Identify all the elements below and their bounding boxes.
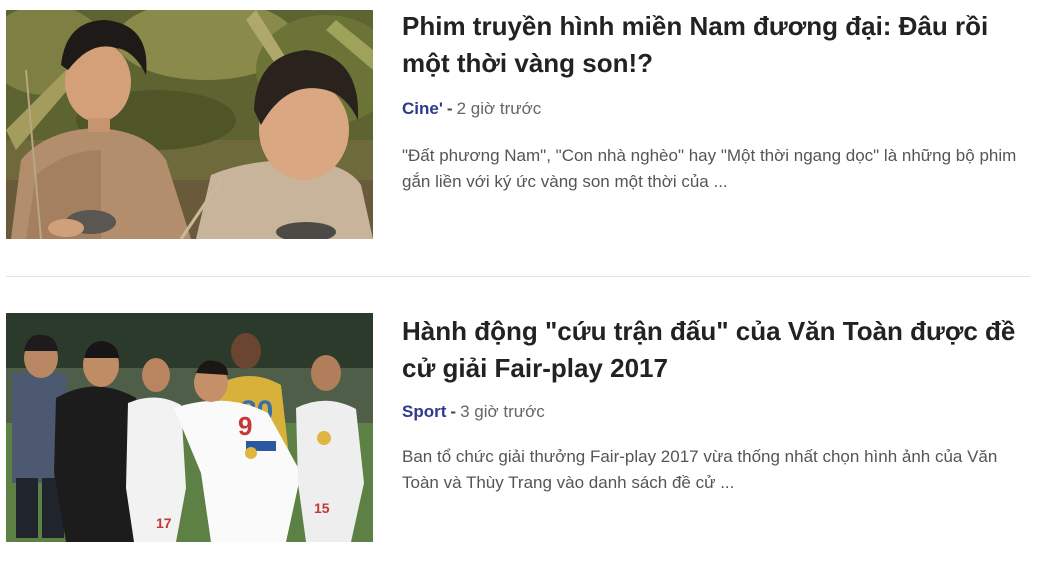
article-title[interactable]: Phim truyền hình miền Nam đương đại: Đâu… [402,8,1034,82]
thumbnail-image: 20 17 9 15 [6,313,373,542]
player-number: 9 [238,411,252,441]
article-time: 3 giờ trước [460,402,545,421]
article-summary: Ban tổ chức giải thưởng Fair-play 2017 v… [402,447,998,492]
article-category[interactable]: Cine' [402,99,443,118]
article-content: Phim truyền hình miền Nam đương đại: Đâu… [402,10,1034,195]
article-category[interactable]: Sport [402,402,446,421]
article-divider [6,276,1030,277]
news-article-2[interactable]: 20 17 9 15 Hành động "cứu trận đấu" của … [6,313,1032,543]
article-title[interactable]: Hành động "cứu trận đấu" của Văn Toàn đư… [402,313,1034,387]
article-thumbnail[interactable] [6,10,373,239]
article-time: 2 giờ trước [456,99,542,118]
article-meta: Cine' -2 giờ trước [402,99,1034,119]
article-summary: "Đất phương Nam", "Con nhà nghèo" hay "M… [402,146,1017,191]
thumbnail-image [6,10,373,239]
left-player-number: 17 [156,515,172,531]
news-article-1[interactable]: Phim truyền hình miền Nam đương đại: Đâu… [6,10,1032,240]
article-thumbnail[interactable]: 20 17 9 15 [6,313,373,542]
article-content: Hành động "cứu trận đấu" của Văn Toàn đư… [402,313,1034,496]
right-player-number: 15 [314,500,330,516]
meta-separator: - [446,99,453,118]
meta-separator: - [450,402,457,421]
article-meta: Sport -3 giờ trước [402,402,1034,422]
